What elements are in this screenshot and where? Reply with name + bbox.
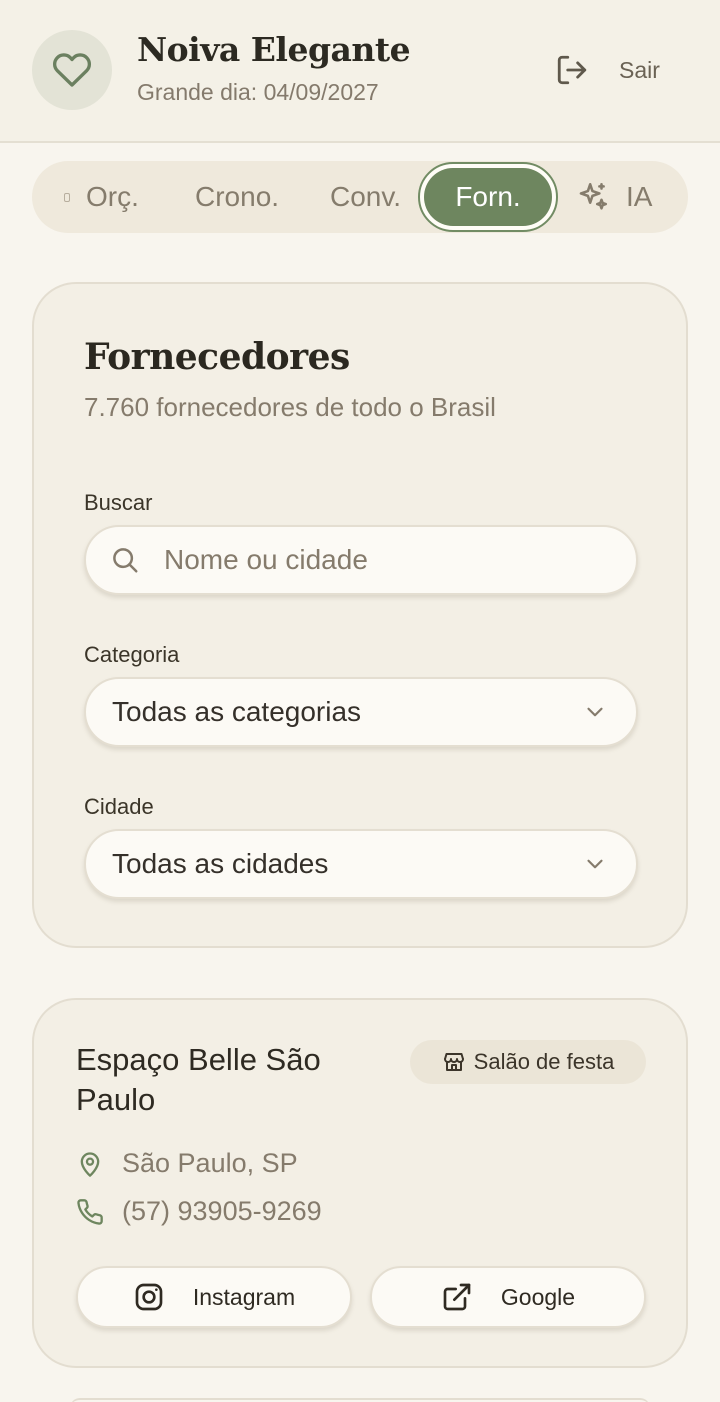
tab-ai-label: IA — [626, 181, 653, 212]
category-badge: Salão de festa — [410, 1040, 646, 1084]
tab-ai[interactable]: IA — [576, 161, 652, 233]
next-vendor-card — [70, 1398, 650, 1402]
category-select[interactable]: Todas as categorias — [84, 677, 638, 747]
city-select[interactable]: Todas as cidades — [84, 829, 638, 899]
category-value: Todas as categorias — [112, 696, 362, 727]
tab-schedule[interactable]: Crono. — [195, 161, 279, 233]
vendor-card: Espaço Belle São Paulo Salão de festa Sã… — [32, 998, 688, 1368]
logo — [32, 30, 112, 110]
search-label: Buscar — [84, 490, 153, 515]
wedding-date: Grande dia: 04/09/2027 — [137, 79, 379, 105]
google-label: Google — [500, 1283, 576, 1310]
search-placeholder: Nome ou cidade — [164, 544, 368, 575]
tab-vendors-label: Forn. — [424, 168, 552, 226]
chevron-down-icon — [587, 859, 603, 869]
phone-icon — [77, 1198, 103, 1225]
instagram-button[interactable]: Instagram — [76, 1266, 352, 1328]
budget-icon — [64, 192, 70, 202]
tab-guests-label: Conv. — [330, 181, 402, 212]
heart-icon — [52, 53, 92, 87]
instagram-icon — [135, 1283, 163, 1311]
chevron-down-icon — [587, 707, 603, 717]
google-button[interactable]: Google — [370, 1266, 646, 1328]
app-header: Noiva Elegante Grande dia: 04/09/2027 Sa… — [0, 0, 720, 143]
section-title: Fornecedores — [84, 336, 350, 378]
search-icon — [113, 548, 138, 573]
vendor-count: 7.760 fornecedores de todo o Brasil — [84, 392, 496, 422]
tab-guests[interactable]: Conv. — [330, 161, 401, 233]
store-icon — [443, 1053, 464, 1071]
city-label: Cidade — [84, 794, 154, 819]
vendor-location: São Paulo, SP — [76, 1148, 298, 1179]
vendor-filters-card: Fornecedores 7.760 fornecedores de todo … — [32, 282, 688, 948]
external-link-icon — [443, 1283, 471, 1311]
app-title: Noiva Elegante — [137, 30, 411, 69]
tab-vendors[interactable]: Forn. — [418, 162, 558, 232]
map-pin-icon — [80, 1151, 100, 1177]
tab-budget[interactable]: Orç. — [64, 161, 139, 233]
logout-button[interactable]: Sair — [555, 50, 660, 90]
logout-label: Sair — [619, 56, 660, 83]
city-value: Todas as cidades — [112, 848, 329, 879]
instagram-label: Instagram — [192, 1283, 296, 1310]
tab-schedule-label: Crono. — [195, 181, 280, 212]
tab-bar: Orç. Crono. Conv. Forn. IA — [32, 161, 688, 233]
vendor-phone-text: (57) 93905-9269 — [122, 1196, 322, 1226]
category-label: Categoria — [84, 642, 180, 667]
vendor-location-text: São Paulo, SP — [122, 1148, 298, 1178]
tab-budget-label: Orç. — [86, 181, 139, 212]
search-input[interactable]: Nome ou cidade — [84, 525, 638, 595]
logout-icon — [557, 55, 587, 85]
vendor-phone: (57) 93905-9269 — [76, 1196, 322, 1227]
vendor-name: Espaço Belle São Paulo — [76, 1042, 321, 1117]
sparkles-icon — [579, 182, 608, 210]
category-badge-label: Salão de festa — [473, 1049, 615, 1074]
